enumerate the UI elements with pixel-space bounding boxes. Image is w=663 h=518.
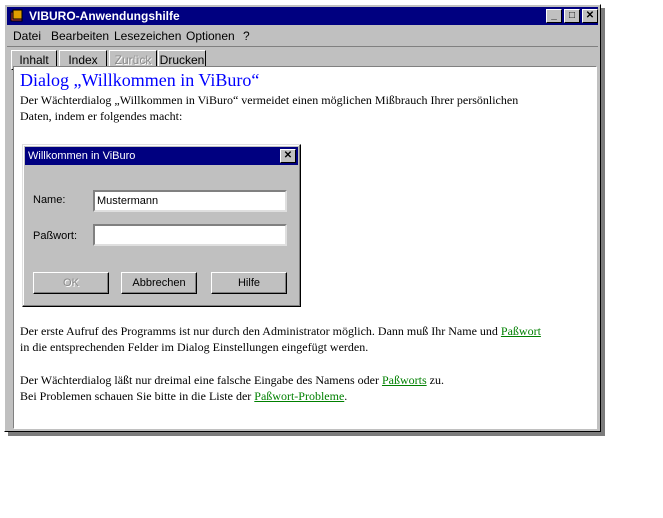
close-button[interactable]: ✕	[582, 9, 598, 23]
p2-line-2: in die entsprechenden Felder im Dialog E…	[20, 340, 369, 354]
p2-text: Der erste Aufruf des Programms ist nur d…	[20, 324, 501, 338]
help-button: Hilfe	[211, 272, 287, 294]
p3-suffix: zu.	[426, 373, 444, 387]
name-field: Mustermann	[93, 190, 287, 212]
menu-lesezeichen[interactable]: Lesezeichen	[114, 29, 181, 43]
help-content: Dialog „Willkommen in ViBuro“ Der Wächte…	[13, 66, 597, 429]
welcome-dialog-image: Willkommen in ViBuro ✕ Name: Mustermann …	[22, 144, 301, 307]
password-label: Paßwort:	[33, 230, 78, 242]
intro-line-2: Daten, indem er folgendes macht:	[20, 109, 183, 123]
dialog-close-icon: ✕	[280, 149, 296, 163]
paragraph-admin: Der erste Aufruf des Programms ist nur d…	[20, 323, 541, 355]
title-bar[interactable]: VIBURO-Anwendungshilfe _ □ ✕	[7, 7, 598, 25]
menu-bar: Datei Bearbeiten Lesezeichen Optionen ?	[7, 26, 598, 46]
cancel-button: Abbrechen	[121, 272, 197, 294]
minimize-button[interactable]: _	[546, 9, 562, 23]
password-link[interactable]: Paßwort	[501, 324, 541, 338]
ok-button: OK	[33, 272, 109, 294]
menu-optionen[interactable]: Optionen	[186, 29, 235, 43]
name-label: Name:	[33, 194, 66, 206]
menu-datei[interactable]: Datei	[13, 29, 41, 43]
paragraph-guard: Der Wächterdialog läßt nur dreimal eine …	[20, 372, 444, 404]
dialog-title: Willkommen in ViBuro	[28, 150, 136, 162]
password-field	[93, 224, 287, 246]
maximize-button[interactable]: □	[564, 9, 580, 23]
p3-end: .	[344, 389, 348, 403]
page-title: Dialog „Willkommen in ViBuro“	[20, 70, 260, 90]
intro-text: Der Wächterdialog „Willkommen in ViBuro“…	[20, 92, 518, 124]
p3-text: Der Wächterdialog läßt nur dreimal eine …	[20, 373, 382, 387]
app-book-icon	[10, 9, 23, 22]
help-window: VIBURO-Anwendungshilfe _ □ ✕ Datei Bearb…	[4, 4, 601, 432]
p3-line-2: Bei Problemen schauen Sie bitte in die L…	[20, 389, 255, 403]
passwords-link[interactable]: Paßworts	[382, 373, 427, 387]
password-problems-link[interactable]: Paßwort-Probleme	[254, 389, 344, 403]
dialog-title-bar: Willkommen in ViBuro ✕	[25, 147, 298, 165]
intro-line-1: Der Wächterdialog „Willkommen in ViBuro“…	[20, 93, 519, 107]
window-title: VIBURO-Anwendungshilfe	[29, 9, 180, 23]
menu-bearbeiten[interactable]: Bearbeiten	[51, 29, 109, 43]
menu-help[interactable]: ?	[243, 29, 250, 43]
